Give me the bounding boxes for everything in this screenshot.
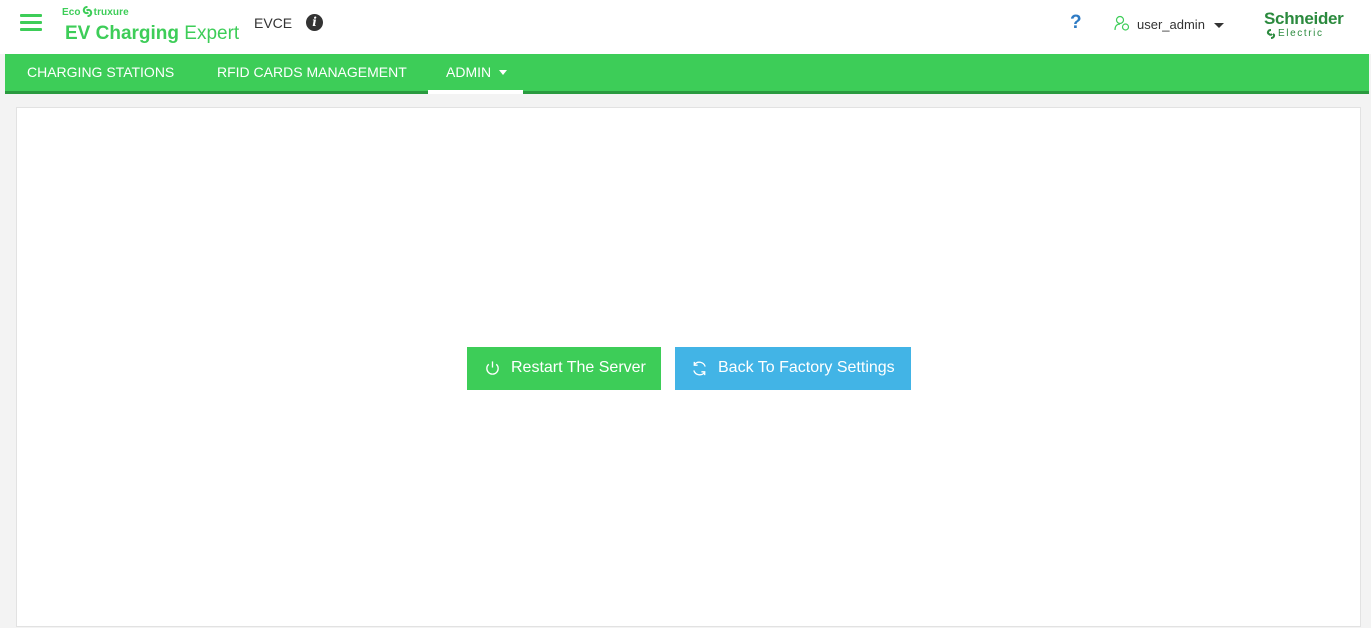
user-menu-caret-icon[interactable] [1214, 23, 1224, 28]
tab-charging-stations[interactable]: CHARGING STATIONS [27, 54, 174, 91]
brand-ecostruxure: Eco truxure [62, 6, 129, 18]
user-icon [1114, 15, 1130, 31]
schneider-electric-logo: Schneider Electric [1264, 9, 1344, 39]
refresh-icon [693, 361, 706, 376]
factory-reset-button[interactable]: Back To Factory Settings [675, 347, 911, 390]
tab-admin[interactable]: ADMIN [428, 54, 523, 94]
user-menu[interactable]: user_admin [1137, 17, 1205, 32]
admin-panel: Restart The Server Back To Factory Setti… [16, 107, 1361, 627]
life-is-on-mark-icon [1266, 29, 1276, 39]
top-header: Eco truxure EV Charging Expert EVCE i ? u… [0, 0, 1371, 54]
power-icon [486, 361, 499, 375]
app-title: EV Charging Expert [65, 23, 240, 44]
hamburger-menu-icon[interactable] [20, 13, 44, 33]
restart-server-button[interactable]: Restart The Server [467, 347, 661, 390]
tab-rfid-cards-management[interactable]: RFID CARDS MANAGEMENT [217, 54, 407, 91]
info-icon[interactable]: i [306, 14, 323, 31]
admin-caret-icon [499, 70, 508, 75]
site-name: EVCE [254, 15, 293, 31]
factory-reset-label: Back To Factory Settings [718, 359, 895, 376]
help-icon[interactable]: ? [1070, 12, 1082, 34]
main-nav: CHARGING STATIONS RFID CARDS MANAGEMENT … [5, 54, 1369, 94]
restart-server-label: Restart The Server [511, 359, 646, 376]
ecostruxure-mark-icon [82, 6, 92, 17]
